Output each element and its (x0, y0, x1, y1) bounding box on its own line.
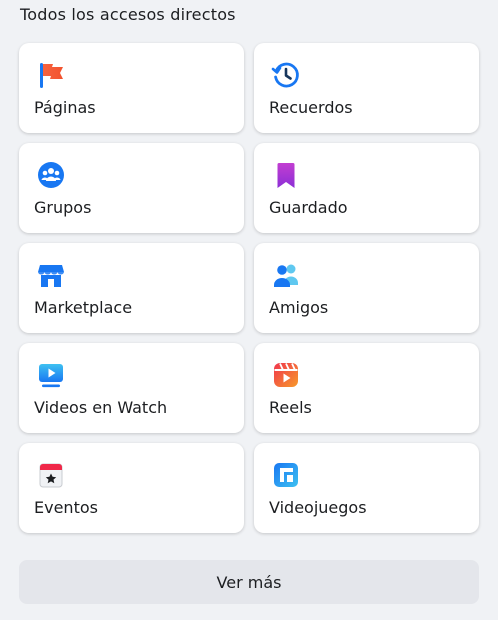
gaming-icon (270, 459, 302, 491)
shortcut-reels[interactable]: Reels (254, 343, 479, 433)
shortcut-label: Amigos (269, 298, 329, 317)
groups-icon (35, 159, 67, 191)
reels-icon (270, 359, 302, 391)
shortcut-guardado[interactable]: Guardado (254, 143, 479, 233)
shop-icon (35, 259, 67, 291)
clock-history-icon (270, 59, 302, 91)
shortcut-label: Videojuegos (269, 498, 367, 517)
shortcut-paginas[interactable]: Páginas (19, 43, 244, 133)
shortcut-label: Páginas (34, 98, 96, 117)
bookmark-icon (270, 159, 302, 191)
shortcut-eventos[interactable]: Eventos (19, 443, 244, 533)
shortcut-videos-en-watch[interactable]: Videos en Watch (19, 343, 244, 433)
calendar-star-icon (35, 459, 67, 491)
friends-icon (270, 259, 302, 291)
shortcut-label: Eventos (34, 498, 98, 517)
shortcut-label: Grupos (34, 198, 92, 217)
see-more-button[interactable]: Ver más (19, 560, 479, 604)
shortcut-label: Videos en Watch (34, 398, 168, 417)
flag-icon (35, 59, 67, 91)
shortcut-grupos[interactable]: Grupos (19, 143, 244, 233)
watch-video-icon (35, 359, 67, 391)
shortcut-marketplace[interactable]: Marketplace (19, 243, 244, 333)
shortcut-label: Marketplace (34, 298, 133, 317)
shortcut-recuerdos[interactable]: Recuerdos (254, 43, 479, 133)
section-title: Todos los accesos directos (20, 5, 236, 24)
shortcut-label: Guardado (269, 198, 348, 217)
shortcut-label: Recuerdos (269, 98, 353, 117)
shortcuts-grid: Páginas Recuerdos Grupos Guardado Market… (19, 43, 479, 533)
shortcut-label: Reels (269, 398, 312, 417)
shortcut-amigos[interactable]: Amigos (254, 243, 479, 333)
shortcut-videojuegos[interactable]: Videojuegos (254, 443, 479, 533)
